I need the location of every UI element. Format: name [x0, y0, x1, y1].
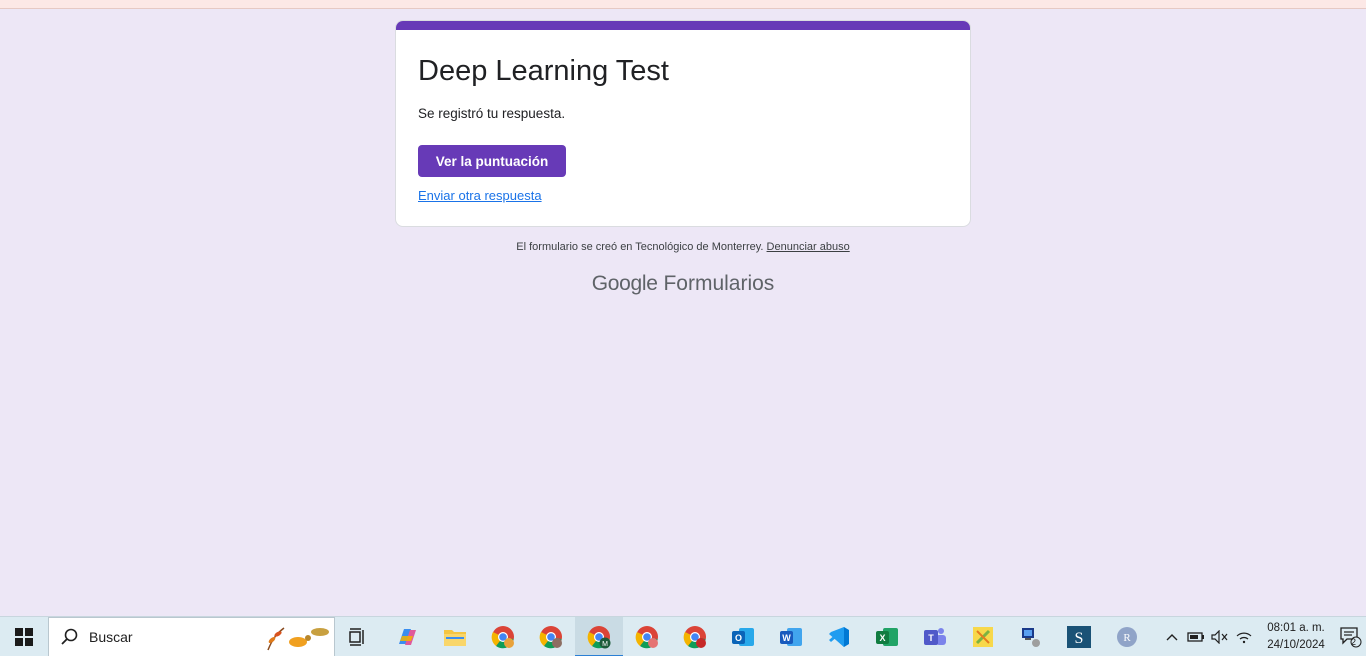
brand-google-text: Google	[591, 272, 658, 295]
svg-text:O: O	[735, 633, 742, 643]
task-view-icon[interactable]	[335, 617, 383, 656]
word-icon[interactable]: W	[767, 617, 815, 656]
footer-note-text: El formulario se creó en Tecnológico de …	[516, 241, 764, 253]
report-abuse-link[interactable]: Denunciar abuso	[767, 241, 850, 253]
search-icon	[61, 628, 78, 645]
svg-text:W: W	[782, 633, 791, 643]
start-button[interactable]	[0, 617, 48, 656]
chevron-up-icon[interactable]	[1160, 617, 1184, 656]
svg-text:X: X	[879, 633, 885, 643]
svg-text:S: S	[1075, 630, 1084, 647]
brand-forms-text: Formularios	[663, 272, 775, 295]
chrome-profile-b-icon[interactable]	[527, 617, 575, 656]
speaker-muted-icon[interactable]	[1208, 617, 1232, 656]
autumn-leaves-icon	[267, 626, 329, 650]
clock-time: 08:01 a. m.	[1267, 621, 1325, 634]
copilot-icon[interactable]	[383, 617, 431, 656]
form-title: Deep Learning Test	[418, 55, 669, 87]
windows-logo-icon	[15, 627, 33, 646]
card-accent-bar	[396, 21, 970, 30]
outlook-icon[interactable]: O	[719, 617, 767, 656]
clock-date: 24/10/2024	[1267, 638, 1325, 651]
vscode-icon[interactable]	[815, 617, 863, 656]
svg-text:R: R	[1123, 632, 1131, 644]
chrome-profile-c-icon[interactable]	[623, 617, 671, 656]
notification-count-badge: 2	[1351, 636, 1357, 647]
excel-icon[interactable]: X	[863, 617, 911, 656]
battery-icon[interactable]	[1184, 617, 1208, 656]
wifi-icon[interactable]	[1232, 617, 1256, 656]
app-yellow-tools-icon[interactable]	[959, 617, 1007, 656]
system-tray: 08:01 a. m. 24/10/2024 2	[1160, 617, 1366, 656]
clock[interactable]: 08:01 a. m. 24/10/2024	[1262, 620, 1330, 654]
confirmation-message: Se registró tu respuesta.	[418, 106, 566, 121]
notifications-button[interactable]: 2	[1336, 617, 1366, 656]
taskbar-search[interactable]: Buscar	[48, 616, 335, 656]
svg-text:M: M	[602, 641, 608, 648]
footer-note: El formulario se creó en Tecnológico de …	[0, 241, 1366, 253]
confirmation-card: Deep Learning Test Se registró tu respue…	[395, 20, 971, 227]
windows-taskbar: Buscar M O W X T S R 08:01 a. m. 24/10/2…	[0, 616, 1366, 656]
teams-icon[interactable]: T	[911, 617, 959, 656]
svg-text:T: T	[928, 633, 934, 643]
network-app-icon[interactable]	[1007, 617, 1055, 656]
submit-another-response-link[interactable]: Enviar otra respuesta	[418, 188, 542, 203]
app-s-icon[interactable]: S	[1055, 617, 1103, 656]
search-placeholder: Buscar	[89, 628, 133, 645]
google-forms-logo[interactable]: Google Formularios	[0, 272, 1366, 296]
chrome-profile-a-icon[interactable]	[479, 617, 527, 656]
app-r-icon[interactable]: R	[1103, 617, 1151, 656]
chrome-profile-m-icon[interactable]: M	[575, 616, 623, 656]
chrome-profile-d-icon[interactable]	[671, 617, 719, 656]
browser-top-strip	[0, 0, 1366, 9]
file-explorer-icon[interactable]	[431, 617, 479, 656]
view-score-button[interactable]: Ver la puntuación	[418, 145, 566, 177]
